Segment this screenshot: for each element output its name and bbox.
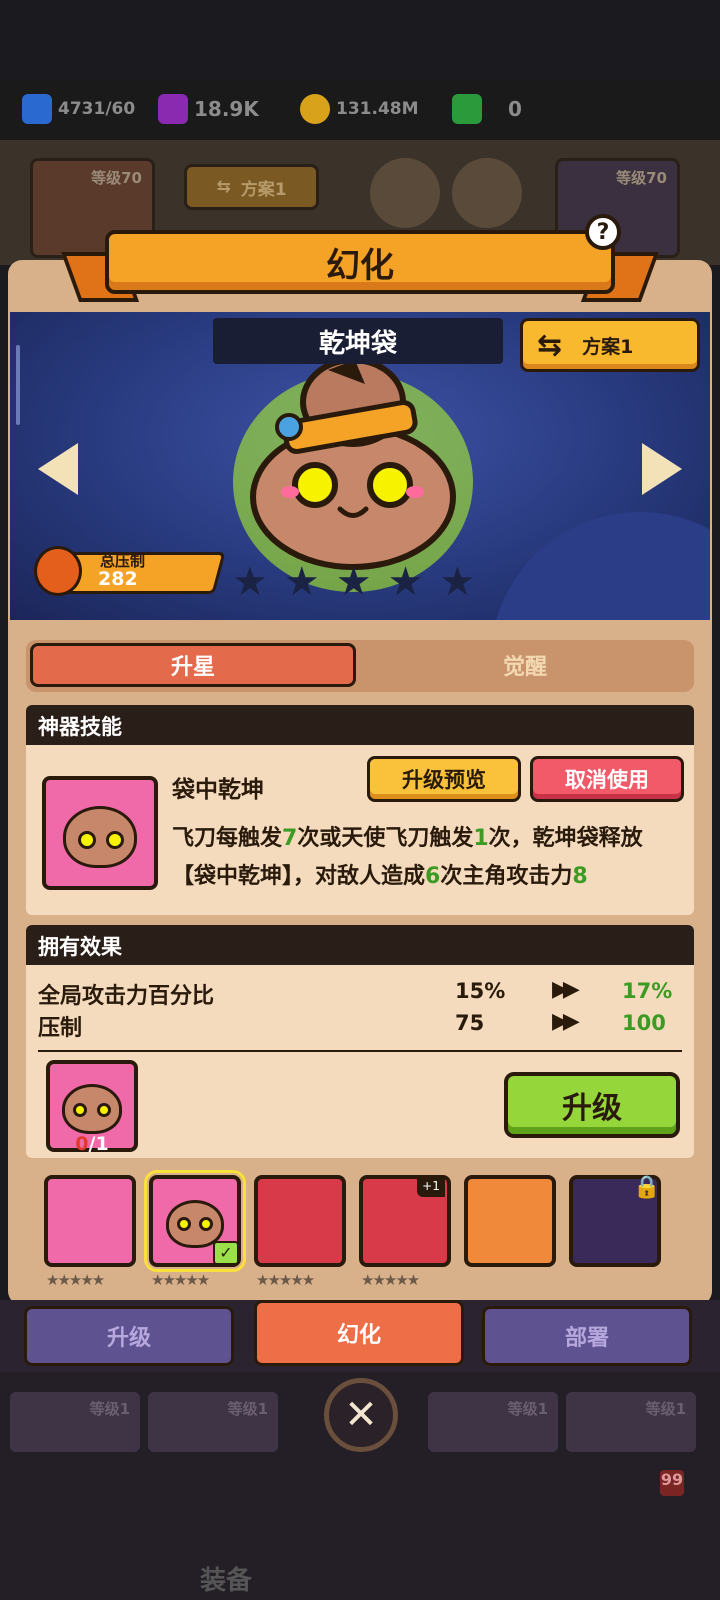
- skill-icon: [42, 776, 158, 890]
- skill-section-title: 神器技能: [26, 705, 694, 745]
- background-item-card: 等级1: [428, 1392, 558, 1452]
- background-nav-label: 装备: [200, 1566, 253, 1596]
- lock-icon: 🔒: [633, 1175, 661, 1200]
- skill-description: 飞刀每触发7次或天使飞刀触发1次，乾坤袋释放【袋中乾坤】，对敌人造成6次主角攻击…: [172, 826, 643, 889]
- qiankun-bag-artifact[interactable]: ✓: [144, 1170, 246, 1272]
- artifact-stars: ★★★★★: [256, 1271, 315, 1289]
- total-power-badge: 总压制 282: [30, 546, 226, 596]
- equipped-check-icon: ✓: [213, 1241, 239, 1265]
- artifact-stars: ★★★★★: [361, 1271, 420, 1289]
- plan-switch-button[interactable]: ⇆ 方案1: [520, 318, 700, 372]
- star-icon: ★: [439, 559, 476, 605]
- upgrade-preview-button[interactable]: 升级预览: [367, 756, 521, 802]
- double-arrow-icon: ▶▶: [552, 977, 580, 1002]
- tab-awaken[interactable]: 觉醒: [360, 643, 690, 687]
- fire-icon: [34, 546, 82, 596]
- plus-badge: +1: [417, 1179, 445, 1197]
- tab-deploy[interactable]: 部署: [482, 1306, 692, 1366]
- artifact-strip: ★★★★★ ✓ ★★★★★ ★★★★★ +1 ★★★★★ 🔒: [26, 1163, 694, 1293]
- currency-energy[interactable]: 4731/60: [22, 92, 135, 126]
- modal-title: 幻化: [326, 245, 394, 286]
- golden-sword-artifact[interactable]: [464, 1175, 556, 1267]
- effect-current-value: 15%: [455, 979, 506, 1003]
- prev-artifact-arrow-icon[interactable]: [38, 443, 78, 495]
- energy-icon: [22, 94, 52, 124]
- tab-star-up[interactable]: 升星: [30, 643, 356, 687]
- background-item-card: 等级1: [566, 1392, 696, 1452]
- star-icon: ★: [387, 559, 424, 605]
- cancel-use-button[interactable]: 取消使用: [530, 756, 684, 802]
- swap-icon: ⇆: [216, 177, 231, 197]
- effect-label: 全局攻击力百分比: [38, 984, 215, 1009]
- upgrade-button[interactable]: 升级: [504, 1072, 680, 1138]
- background-item-card: 等级1: [10, 1392, 140, 1452]
- star-rating: ★ ★ ★ ★ ★: [232, 562, 475, 602]
- next-artifact-arrow-icon[interactable]: [642, 443, 682, 495]
- green-crystal-icon: [452, 94, 482, 124]
- tab-transform[interactable]: 幻化: [254, 1300, 464, 1366]
- effect-next-value: 17%: [622, 979, 673, 1003]
- currency-gold[interactable]: 131.48M: [300, 92, 419, 126]
- artifact-stars: ★★★★★: [46, 1271, 105, 1289]
- currency-gems[interactable]: 18.9K: [158, 92, 259, 126]
- skill-name: 袋中乾坤: [172, 777, 264, 803]
- effect-next-value: 100: [622, 1011, 666, 1035]
- tab-upgrade[interactable]: 升级: [24, 1306, 234, 1366]
- lightning-spear-artifact[interactable]: [254, 1175, 346, 1267]
- artifact-name: 乾坤袋: [213, 318, 503, 364]
- material-count: 0/1: [75, 1133, 109, 1155]
- double-arrow-icon: ▶▶: [552, 1009, 580, 1034]
- background-plan-button: ⇆ 方案1: [184, 164, 319, 210]
- help-button[interactable]: ?: [585, 214, 621, 250]
- gem-cube-icon: [158, 94, 188, 124]
- star-icon: ★: [283, 559, 320, 605]
- effects-section-title: 拥有效果: [26, 925, 694, 965]
- scroll-indicator: [16, 345, 20, 425]
- background-character-avatar: [370, 158, 440, 228]
- background-badge: 99: [660, 1470, 684, 1496]
- divider: [38, 1050, 682, 1052]
- background-item-card: 等级1: [148, 1392, 278, 1452]
- cannon-artifact[interactable]: [44, 1175, 136, 1267]
- swap-icon: ⇆: [537, 327, 563, 363]
- close-button[interactable]: ✕: [324, 1378, 398, 1452]
- gold-coin-icon: [300, 94, 330, 124]
- effect-label: 压制: [38, 1016, 83, 1041]
- locked-sword-artifact[interactable]: 🔒: [569, 1175, 661, 1267]
- star-icon: ★: [232, 559, 268, 605]
- background-pet-avatar: [452, 158, 522, 228]
- modal-title-ribbon: 幻化: [60, 230, 660, 310]
- effect-current-value: 75: [455, 1011, 485, 1035]
- artifact-stars: ★★★★★: [151, 1271, 210, 1289]
- star-icon: ★: [335, 559, 372, 605]
- currency-crystal[interactable]: 0: [452, 92, 522, 126]
- green-blade-artifact[interactable]: +1: [359, 1175, 451, 1267]
